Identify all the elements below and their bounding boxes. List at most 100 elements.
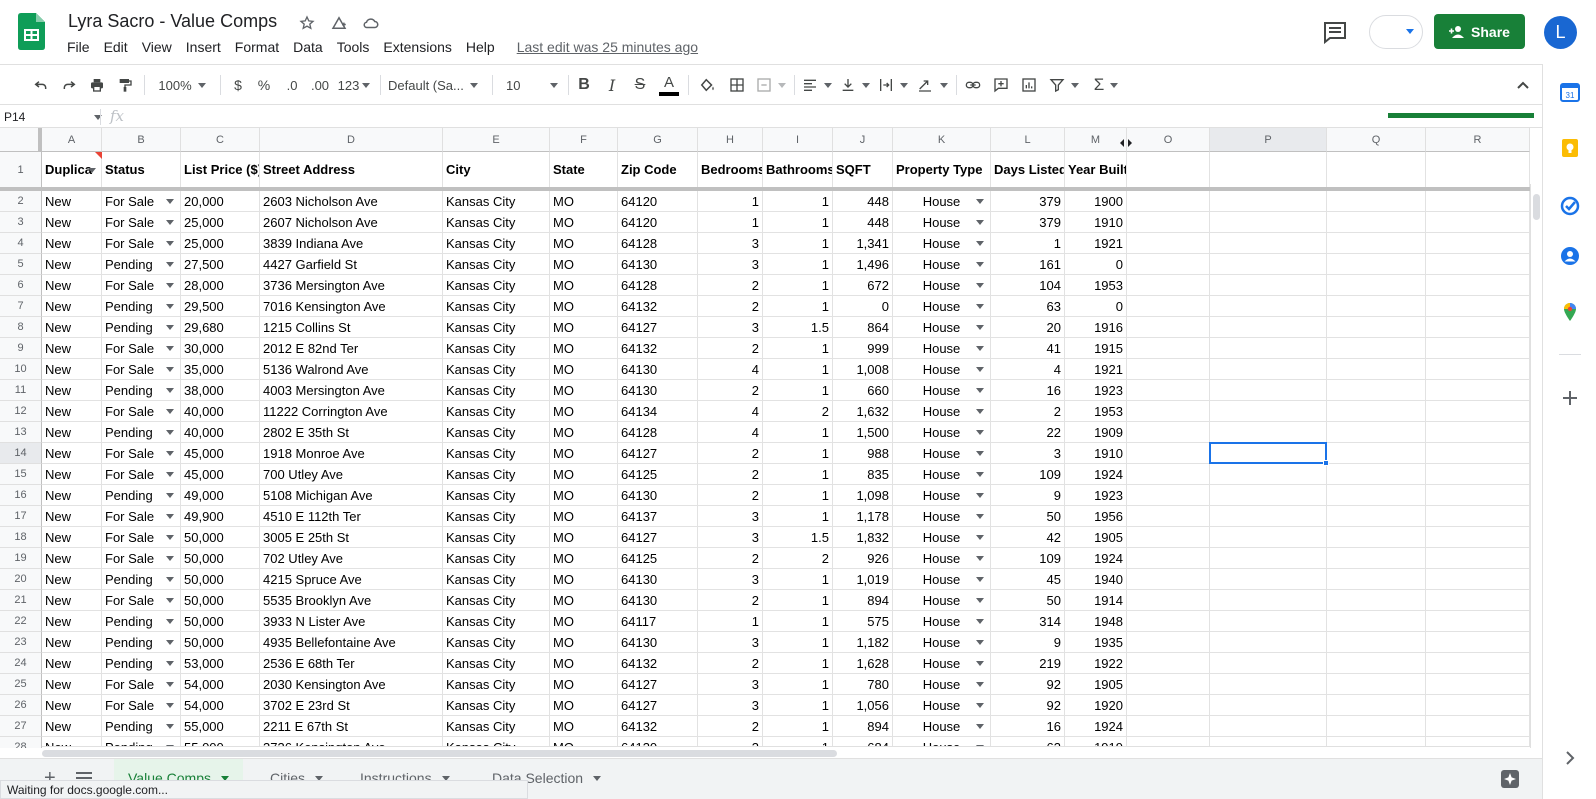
functions-icon[interactable]: Σ bbox=[1088, 71, 1124, 99]
cell-days[interactable]: 45 bbox=[991, 569, 1065, 590]
cell-type[interactable]: House bbox=[893, 191, 991, 212]
cell-empty[interactable] bbox=[1426, 254, 1530, 275]
dropdown-chevron-icon[interactable] bbox=[166, 556, 174, 561]
cell-days[interactable]: 2 bbox=[991, 401, 1065, 422]
cell-empty[interactable] bbox=[1127, 716, 1210, 737]
cell-price[interactable]: 29,500 bbox=[181, 296, 260, 317]
cell-days[interactable]: 104 bbox=[991, 275, 1065, 296]
cell-city[interactable]: Kansas City bbox=[443, 296, 550, 317]
cell-empty[interactable] bbox=[1127, 506, 1210, 527]
cell-empty[interactable] bbox=[1426, 359, 1530, 380]
tasks-icon[interactable] bbox=[1560, 196, 1580, 216]
dropdown-chevron-icon[interactable] bbox=[166, 493, 174, 498]
cell-dup[interactable]: New bbox=[42, 611, 102, 632]
comment-history-icon[interactable] bbox=[1322, 20, 1348, 44]
cell-price[interactable]: 50,000 bbox=[181, 569, 260, 590]
paint-format-icon[interactable] bbox=[114, 71, 136, 99]
dropdown-chevron-icon[interactable] bbox=[166, 199, 174, 204]
cell-type[interactable]: House bbox=[893, 254, 991, 275]
row-header[interactable]: 21 bbox=[0, 590, 42, 611]
header-cell-year[interactable]: Year Built bbox=[1065, 152, 1127, 188]
cell-zip[interactable]: 64125 bbox=[618, 548, 698, 569]
cell-empty[interactable] bbox=[1327, 506, 1426, 527]
row-header[interactable]: 12 bbox=[0, 401, 42, 422]
cell-type[interactable]: House bbox=[893, 422, 991, 443]
cell-empty[interactable] bbox=[1327, 401, 1426, 422]
cell-empty[interactable] bbox=[1426, 506, 1530, 527]
cell-bath[interactable]: 1 bbox=[763, 338, 833, 359]
dropdown-chevron-icon[interactable] bbox=[976, 703, 984, 708]
cell-year[interactable]: 1910 bbox=[1065, 212, 1127, 233]
cell-address[interactable]: 4427 Garfield St bbox=[260, 254, 443, 275]
column-header-f[interactable]: F bbox=[550, 128, 618, 152]
cell-city[interactable]: Kansas City bbox=[443, 254, 550, 275]
cell-empty[interactable] bbox=[1327, 212, 1426, 233]
cell-address[interactable]: 3702 E 23rd St bbox=[260, 695, 443, 716]
menu-tools[interactable]: Tools bbox=[330, 38, 377, 56]
cell-zip[interactable]: 64120 bbox=[618, 212, 698, 233]
cell-empty[interactable] bbox=[1210, 548, 1327, 569]
cell-type[interactable]: House bbox=[893, 275, 991, 296]
dropdown-chevron-icon[interactable] bbox=[976, 451, 984, 456]
cell-dup[interactable]: New bbox=[42, 716, 102, 737]
cell-bed[interactable]: 4 bbox=[698, 359, 763, 380]
cell-sqft[interactable]: 1,019 bbox=[833, 569, 893, 590]
cell-city[interactable]: Kansas City bbox=[443, 653, 550, 674]
cell-bed[interactable]: 3 bbox=[698, 254, 763, 275]
cell-year[interactable]: 1905 bbox=[1065, 527, 1127, 548]
cell-type[interactable]: House bbox=[893, 212, 991, 233]
move-icon[interactable] bbox=[328, 12, 350, 34]
cell-dup[interactable]: New bbox=[42, 506, 102, 527]
dropdown-chevron-icon[interactable] bbox=[976, 430, 984, 435]
row-header[interactable]: 28 bbox=[0, 737, 42, 748]
cell-empty[interactable] bbox=[1210, 527, 1327, 548]
cell-zip[interactable]: 64130 bbox=[618, 632, 698, 653]
cell-empty[interactable] bbox=[1426, 212, 1530, 233]
cell-year[interactable]: 1909 bbox=[1065, 422, 1127, 443]
cell-type[interactable]: House bbox=[893, 632, 991, 653]
cell-bed[interactable]: 1 bbox=[698, 611, 763, 632]
row-header[interactable]: 27 bbox=[0, 716, 42, 737]
zoom-select[interactable]: 100% bbox=[152, 71, 212, 99]
cell-zip[interactable]: 64127 bbox=[618, 527, 698, 548]
menu-insert[interactable]: Insert bbox=[179, 38, 228, 56]
header-cell-empty[interactable] bbox=[1127, 152, 1210, 188]
cell-sqft[interactable]: 672 bbox=[833, 275, 893, 296]
cell-state[interactable]: MO bbox=[550, 296, 618, 317]
cell-empty[interactable] bbox=[1210, 275, 1327, 296]
cell-bed[interactable]: 3 bbox=[698, 527, 763, 548]
cell-empty[interactable] bbox=[1127, 359, 1210, 380]
cell-empty[interactable] bbox=[1327, 296, 1426, 317]
cell-empty[interactable] bbox=[1327, 527, 1426, 548]
cell-year[interactable]: 1921 bbox=[1065, 233, 1127, 254]
cell-empty[interactable] bbox=[1426, 716, 1530, 737]
cell-dup[interactable]: New bbox=[42, 191, 102, 212]
cell-type[interactable]: House bbox=[893, 590, 991, 611]
cell-price[interactable]: 49,000 bbox=[181, 485, 260, 506]
cell-bath[interactable]: 1 bbox=[763, 191, 833, 212]
maps-icon[interactable] bbox=[1560, 302, 1580, 322]
dropdown-chevron-icon[interactable] bbox=[166, 451, 174, 456]
dropdown-chevron-icon[interactable] bbox=[166, 535, 174, 540]
header-cell-empty[interactable] bbox=[1426, 152, 1530, 188]
cell-address[interactable]: 4003 Mersington Ave bbox=[260, 380, 443, 401]
cell-bath[interactable]: 1 bbox=[763, 359, 833, 380]
insert-comment-icon[interactable] bbox=[990, 71, 1012, 99]
cell-empty[interactable] bbox=[1210, 653, 1327, 674]
row-header[interactable]: 4 bbox=[0, 233, 42, 254]
cell-zip[interactable]: 64132 bbox=[618, 716, 698, 737]
cell-bath[interactable]: 2 bbox=[763, 401, 833, 422]
cell-status[interactable]: Pending bbox=[102, 632, 181, 653]
row-header[interactable]: 25 bbox=[0, 674, 42, 695]
meet-button[interactable] bbox=[1369, 15, 1423, 49]
cell-sqft[interactable]: 926 bbox=[833, 548, 893, 569]
cell-state[interactable]: MO bbox=[550, 317, 618, 338]
cell-empty[interactable] bbox=[1327, 317, 1426, 338]
italic-icon[interactable]: I bbox=[602, 71, 622, 99]
cell-dup[interactable]: New bbox=[42, 443, 102, 464]
cell-dup[interactable]: New bbox=[42, 359, 102, 380]
cell-empty[interactable] bbox=[1210, 590, 1327, 611]
cell-price[interactable]: 20,000 bbox=[181, 191, 260, 212]
menu-data[interactable]: Data bbox=[286, 38, 330, 56]
dropdown-chevron-icon[interactable] bbox=[976, 472, 984, 477]
